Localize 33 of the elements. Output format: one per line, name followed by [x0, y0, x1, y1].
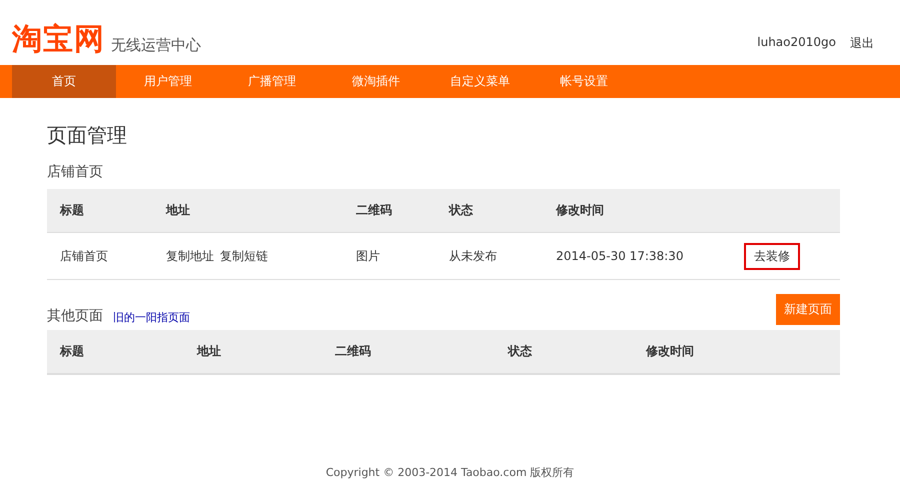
section-title: 其他页面 — [47, 307, 103, 325]
column-header: 修改时间 — [646, 343, 695, 360]
logo: 淘宝网 — [12, 25, 105, 55]
column-header: 修改时间 — [556, 202, 605, 219]
nav-tab[interactable]: 帐号设置 — [532, 65, 636, 98]
column-header: 二维码 — [356, 202, 393, 219]
column-header: 二维码 — [335, 343, 372, 360]
old-page-link[interactable]: 旧的一阳指页面 — [113, 310, 190, 325]
column-header: 标题 — [60, 202, 85, 219]
copy-link[interactable]: 复制地址 — [166, 248, 214, 264]
username: luhao2010go — [757, 35, 836, 51]
table-cell-text: 从未发布 — [449, 248, 498, 264]
logout-link[interactable]: 退出 — [850, 35, 874, 52]
copy-link[interactable]: 复制短链 — [220, 248, 268, 264]
page-title: 页面管理 — [47, 122, 128, 149]
nav-tab[interactable]: 首页 — [12, 65, 116, 98]
column-header: 地址 — [166, 202, 191, 219]
column-header: 标题 — [60, 343, 85, 360]
column-header: 状态 — [508, 343, 533, 360]
table-cell-text: 店铺首页 — [60, 248, 109, 264]
section-title: 店铺首页 — [47, 163, 104, 181]
copyright-text: Copyright © 2003-2014 Taobao.com 版权所有 — [324, 465, 576, 480]
column-header: 状态 — [449, 202, 474, 219]
table-cell-text: 图片 — [356, 248, 381, 264]
site-subtitle: 无线运营中心 — [111, 36, 201, 55]
decorate-button[interactable]: 去装修 — [744, 242, 800, 270]
nav-tab[interactable]: 用户管理 — [116, 65, 220, 98]
nav-tab[interactable]: 广播管理 — [220, 65, 324, 98]
column-header: 地址 — [197, 343, 222, 360]
nav-tab[interactable]: 微淘插件 — [324, 65, 428, 98]
nav-tab[interactable]: 自定义菜单 — [428, 65, 532, 98]
table-cell-text: 2014-05-30 17:38:30 — [556, 249, 684, 263]
new-page-button[interactable]: 新建页面 — [776, 294, 840, 325]
